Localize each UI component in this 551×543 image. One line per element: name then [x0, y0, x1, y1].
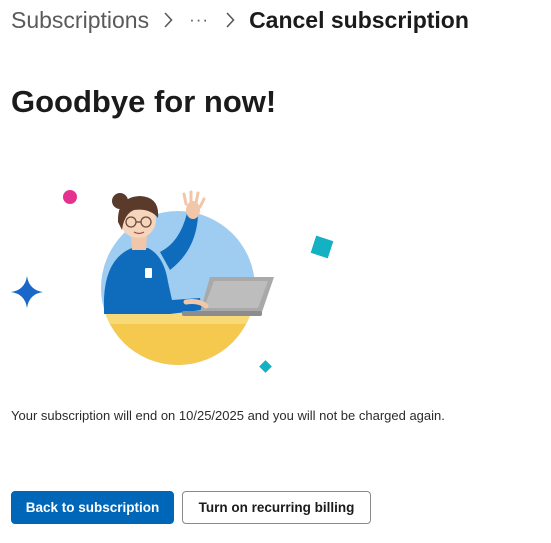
- laptop-base: [182, 311, 262, 316]
- turn-on-recurring-billing-button[interactable]: Turn on recurring billing: [182, 491, 371, 524]
- subscription-end-message: Your subscription will end on 10/25/2025…: [11, 408, 445, 423]
- blue-star-sparkle: [11, 276, 43, 308]
- breadcrumb-overflow-button[interactable]: ···: [187, 10, 211, 30]
- chevron-right-icon: [211, 6, 249, 34]
- breadcrumb-subscriptions-link[interactable]: Subscriptions: [11, 7, 149, 34]
- goodbye-illustration: [0, 180, 360, 380]
- teal-small-sparkle: [259, 360, 272, 373]
- breadcrumb-current-page: Cancel subscription: [249, 6, 469, 33]
- cancel-subscription-page: Subscriptions ··· Cancel subscription Go…: [0, 0, 551, 543]
- breadcrumb: Subscriptions ··· Cancel subscription: [11, 6, 469, 34]
- pink-dot-sparkle: [63, 190, 77, 204]
- page-title: Goodbye for now!: [11, 84, 277, 119]
- teal-square-sparkle: [310, 235, 334, 259]
- back-to-subscription-button[interactable]: Back to subscription: [11, 491, 174, 524]
- chevron-right-icon: [149, 6, 187, 34]
